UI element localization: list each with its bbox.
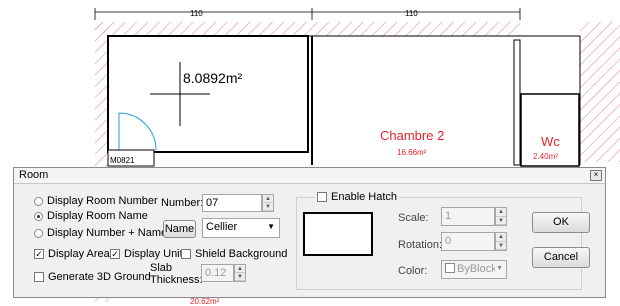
slab-label: Slab [150,262,173,274]
color-swatch [445,263,455,273]
checkbox-label: Enable Hatch [331,191,398,203]
slab-thickness-spinner[interactable]: ▲ ▼ [234,264,246,282]
name-button[interactable]: Name [163,220,196,238]
dimension-label-right: 110 [405,9,418,18]
hatch-preview [303,212,373,256]
dialog-title-bar[interactable]: Room × [14,168,605,184]
dialog-title: Room [19,169,49,181]
color-dropdown[interactable]: ByBlock ▼ [441,260,507,279]
radio-circle[interactable] [34,196,43,206]
number-input[interactable]: 07 [202,194,262,212]
name-dropdown[interactable]: Cellier ▼ [202,218,280,238]
cancel-button[interactable]: Cancel [532,247,590,268]
slab-thickness-input[interactable]: 0.12 [201,264,234,282]
checkbox-enable-hatch[interactable]: Enable Hatch [315,191,400,203]
checkbox-generate-3d-ground[interactable]: Generate 3D Ground [34,271,151,283]
room-area-label: 16.66m² [397,148,427,157]
checkbox-display-area[interactable]: ✓ Display Area [34,248,110,260]
color-label: Color: [398,265,428,277]
rotation-label: Rotation: [398,239,443,251]
number-spinner[interactable]: ▲ ▼ [262,194,274,212]
scale-input[interactable]: 1 [441,207,495,226]
close-icon[interactable]: × [590,170,602,181]
color-dropdown-value: ByBlock [457,263,495,275]
wc-name-label: Wc [541,134,560,149]
radio-display-room-name[interactable]: Display Room Name [34,210,148,222]
checkbox-unchecked[interactable] [181,249,191,259]
checkbox-label: Display Area [48,248,110,260]
door-swing [118,112,157,151]
scale-label: Scale: [398,212,429,224]
radio-circle[interactable] [34,228,43,238]
checkbox-unchecked[interactable] [34,272,44,282]
ok-button[interactable]: OK [532,212,590,233]
radio-label: Display Room Name [47,210,148,222]
wc-area-label: 2.40m² [533,152,558,161]
name-dropdown-value: Cellier [206,221,238,233]
checkbox-label: Generate 3D Ground [48,271,151,283]
door-tag: M0821 [110,156,135,165]
number-label: Number: [161,197,204,209]
radio-label: Display Room Number [47,195,158,207]
chevron-down-icon[interactable]: ▼ [267,222,275,231]
room-name-label: Chambre 2 [380,128,444,143]
checkbox-shield-background[interactable]: Shield Background [181,248,287,260]
top-wall-hatch [95,22,520,36]
chevron-down-icon[interactable]: ▼ [496,265,503,272]
checkbox-checked[interactable]: ✓ [34,249,44,259]
bottom-area-label: 20.62m² [190,297,220,306]
radio-display-number-name[interactable]: Display Number + Name [34,227,167,239]
room-dialog: Room × Display Room Number Display Room … [13,167,606,298]
radio-label: Display Number + Name [47,227,168,239]
dimension-label-left: 110 [190,9,203,18]
rotation-input[interactable]: 0 [441,232,495,251]
radio-circle-selected[interactable] [34,211,43,221]
scale-spinner[interactable]: ▲ ▼ [495,207,507,226]
radio-display-room-number[interactable]: Display Room Number [34,195,158,207]
thickness-label: Thickness: [150,274,203,286]
checkbox-checked[interactable]: ✓ [110,249,120,259]
checkbox-label: Display Unit [124,248,183,260]
checkbox-label: Shield Background [195,248,288,260]
checkbox-display-unit[interactable]: ✓ Display Unit [110,248,183,260]
right-wall-hatch [580,22,620,162]
rotation-spinner[interactable]: ▲ ▼ [495,232,507,251]
area-readout: 8.0892m² [183,70,242,86]
checkbox-unchecked[interactable] [317,192,327,202]
